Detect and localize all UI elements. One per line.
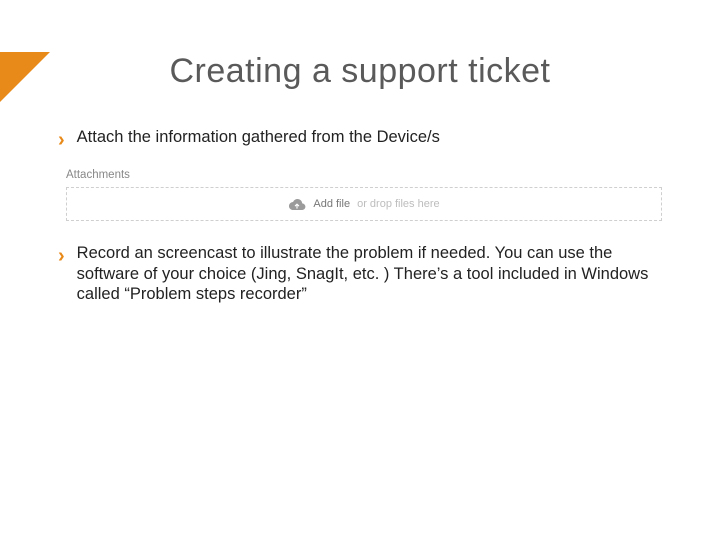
bullet-item: › Record an screencast to illustrate the… [58, 243, 662, 305]
attachments-label: Attachments [66, 169, 662, 181]
file-dropzone[interactable]: Add file or drop files here [66, 187, 662, 221]
slide-title: Creating a support ticket [0, 52, 720, 91]
add-file-link[interactable]: Add file [313, 198, 350, 210]
corner-accent [0, 52, 50, 102]
chevron-right-icon: › [58, 129, 65, 151]
bullet-item: › Attach the information gathered from t… [58, 127, 662, 151]
attachments-block: Attachments Add file or drop files here [66, 169, 662, 221]
content-area: › Attach the information gathered from t… [0, 91, 720, 305]
chevron-right-icon: › [58, 245, 65, 267]
bullet-text: Attach the information gathered from the… [77, 127, 440, 148]
bullet-text: Record an screencast to illustrate the p… [77, 243, 662, 305]
dropzone-hint: or drop files here [357, 198, 440, 210]
cloud-upload-icon [288, 198, 306, 211]
